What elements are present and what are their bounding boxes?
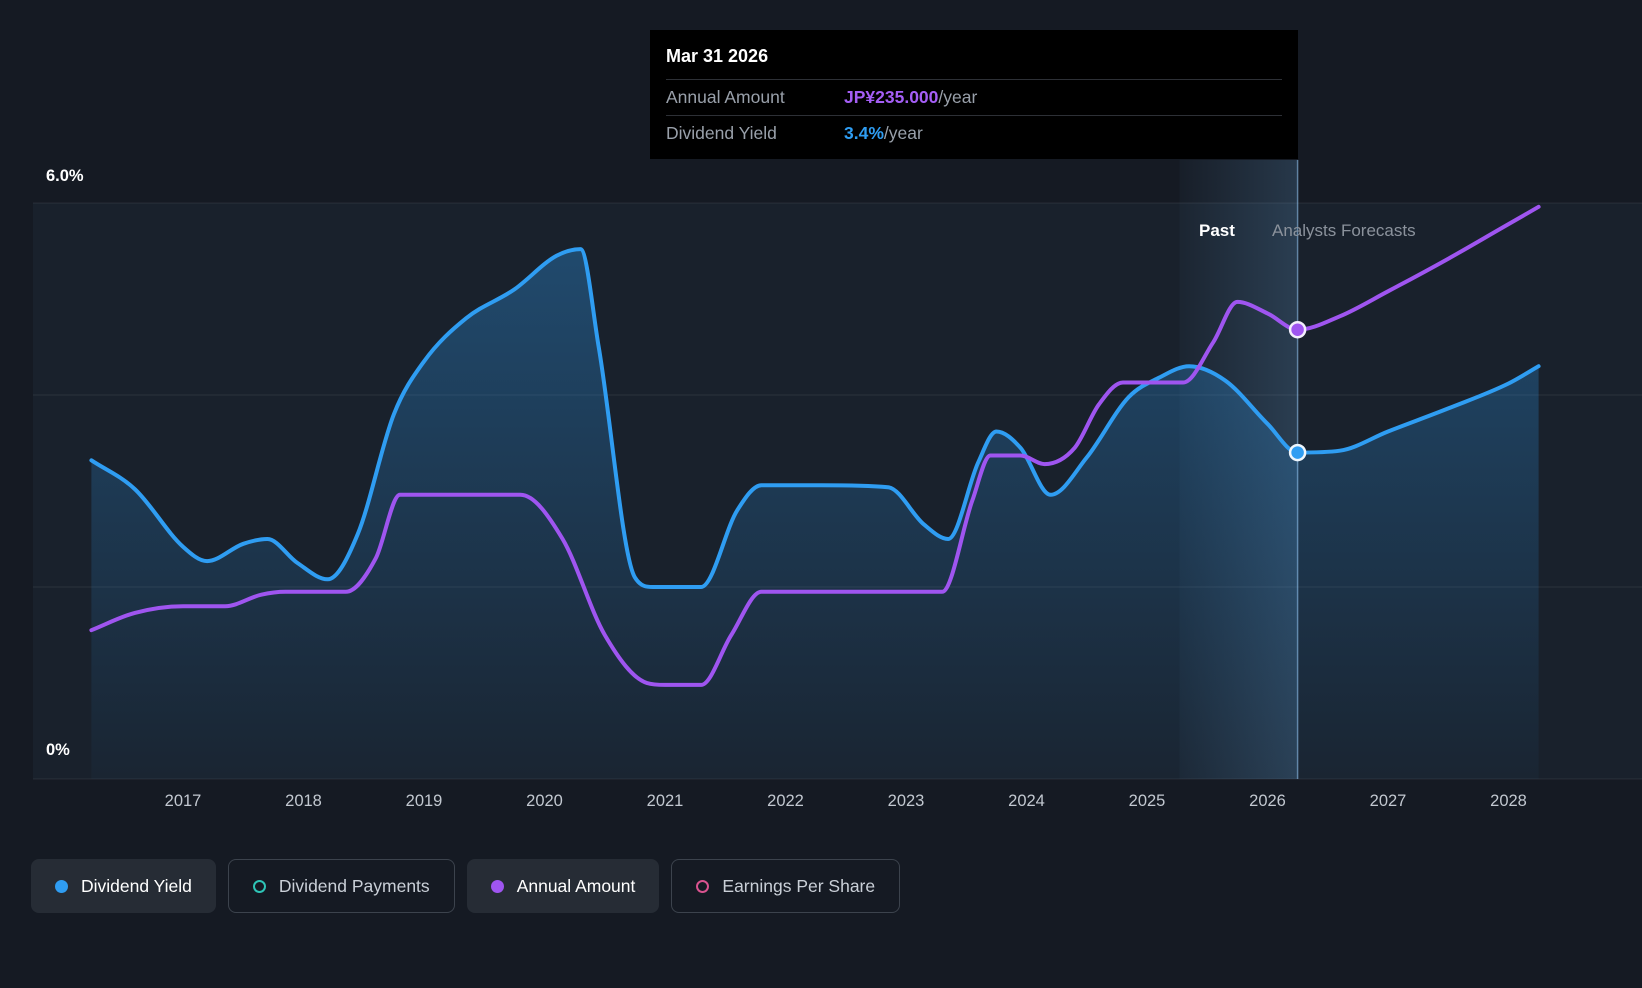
dividend-payments-ring-icon: [252, 879, 266, 893]
tooltip-suffix: /year: [938, 87, 978, 107]
analysts-forecasts-annotation: Analysts Forecasts: [1272, 221, 1416, 240]
tooltip-value: 3.4%: [844, 123, 884, 143]
chart-tooltip: Mar 31 2026 Annual Amount JP¥235.000/yea…: [650, 30, 1298, 159]
dividend-chart[interactable]: 6.0% 0% 2017 2018 2019 2020 2021 2022 20…: [0, 0, 1642, 830]
x-axis-label-2023: 2023: [887, 792, 925, 810]
x-axis-label-2026: 2026: [1249, 792, 1286, 810]
legend-label: Dividend Payments: [278, 875, 430, 896]
legend-toggle-annual-amount[interactable]: Annual Amount: [466, 859, 660, 913]
dividend-yield-marker: [1288, 443, 1307, 462]
past-annotation: Past: [1199, 221, 1235, 240]
y-axis-label-top: 6.0%: [46, 167, 84, 185]
chart-legend: Dividend Yield Dividend Payments Annual …: [31, 859, 901, 913]
y-axis-label-bottom: 0%: [46, 741, 70, 759]
legend-label: Dividend Yield: [81, 875, 192, 896]
x-axis-label-2020: 2020: [526, 792, 563, 810]
tooltip-row-annual-amount: Annual Amount JP¥235.000/year: [666, 79, 1282, 115]
x-axis-label-2025: 2025: [1128, 792, 1166, 810]
x-axis-label-2027: 2027: [1369, 792, 1407, 810]
legend-label: Annual Amount: [516, 875, 636, 896]
x-axis-label-2019: 2019: [405, 792, 443, 810]
tooltip-label: Dividend Yield: [666, 123, 777, 143]
x-axis-label-2024: 2024: [1008, 792, 1045, 810]
tooltip-value: JP¥235.000: [844, 87, 939, 107]
legend-toggle-dividend-payments[interactable]: Dividend Payments: [227, 859, 455, 913]
legend-label: Earnings Per Share: [722, 875, 876, 896]
tooltip-label: Annual Amount: [666, 87, 785, 107]
earnings-per-share-ring-icon: [696, 879, 710, 893]
legend-toggle-earnings-per-share[interactable]: Earnings Per Share: [671, 859, 901, 913]
legend-toggle-dividend-yield[interactable]: Dividend Yield: [31, 859, 216, 913]
tooltip-date: Mar 31 2026: [666, 46, 769, 66]
x-axis-label-2018: 2018: [285, 792, 322, 810]
tooltip-suffix: /year: [883, 123, 923, 143]
tooltip-row-dividend-yield: Dividend Yield 3.4%/year: [666, 115, 1282, 151]
x-axis-label-2028: 2028: [1490, 792, 1527, 810]
x-axis-label-2022: 2022: [767, 792, 804, 810]
dividend-yield-dot-icon: [55, 879, 68, 893]
x-axis-label-2021: 2021: [646, 792, 684, 810]
annual-amount-dot-icon: [490, 879, 504, 893]
annual-amount-marker: [1288, 320, 1307, 339]
x-axis-label-2017: 2017: [164, 792, 202, 810]
